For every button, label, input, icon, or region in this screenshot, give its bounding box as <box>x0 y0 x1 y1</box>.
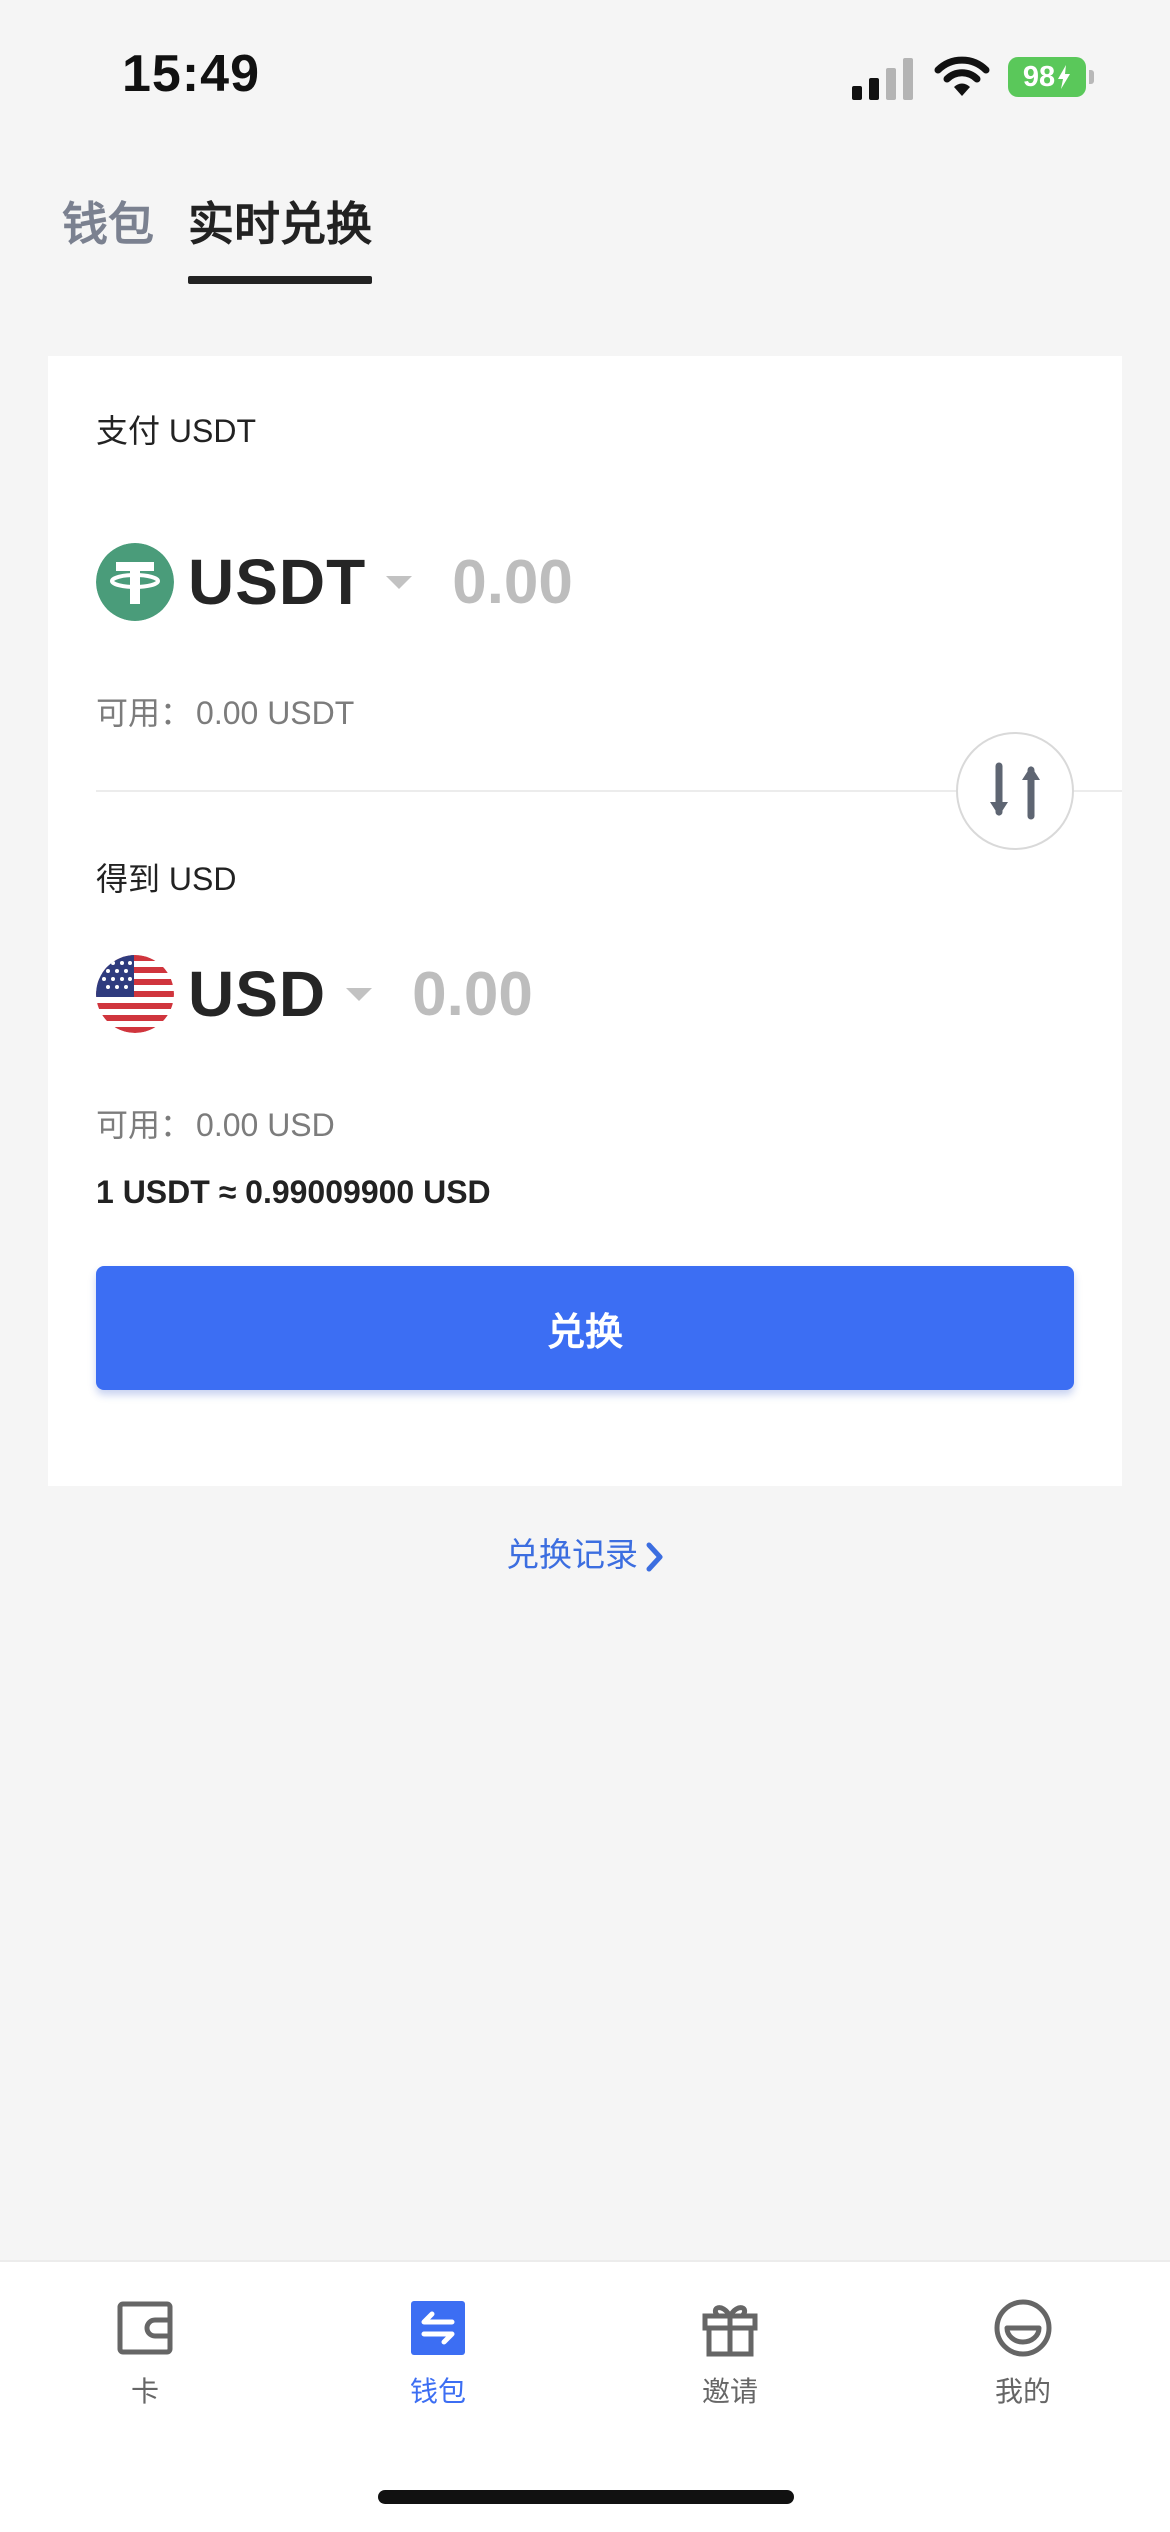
wallet-swap-icon <box>411 2301 465 2355</box>
exchange-rate: 1 USDT ≈ 0.99009900 USD <box>96 1174 491 1210</box>
chevron-down-icon[interactable] <box>346 987 373 1001</box>
card-icon <box>117 2301 173 2355</box>
top-tabs: 钱包 实时兑换 <box>62 188 372 288</box>
nav-label-wallet: 钱包 <box>409 2376 466 2407</box>
exchange-history-label: 兑换记录 <box>506 1536 638 1573</box>
home-indicator <box>378 2490 794 2504</box>
get-available: 可用： 0.00 USD <box>96 1100 335 1146</box>
get-available-prefix: 可用： <box>96 1107 193 1143</box>
tether-icon <box>96 543 174 621</box>
get-label: 得到 USD <box>96 861 237 897</box>
pay-currency-row: USDT <box>96 540 873 624</box>
pay-available-prefix: 可用： <box>96 695 193 731</box>
charging-bolt-icon <box>1058 65 1071 89</box>
pay-amount-input[interactable] <box>452 546 873 618</box>
nav-item-invite[interactable]: 邀请 <box>640 2298 820 2410</box>
nav-item-card[interactable]: 卡 <box>55 2298 235 2410</box>
battery-level: 98 <box>1022 60 1056 93</box>
exchange-button[interactable]: 兑换 <box>96 1266 1074 1390</box>
swap-direction-button[interactable] <box>956 732 1074 850</box>
pay-currency-code[interactable]: USDT <box>188 545 366 619</box>
get-available-value: 0.00 USD <box>196 1107 335 1143</box>
chevron-down-icon[interactable] <box>386 575 413 589</box>
status-time: 15:49 <box>122 45 260 103</box>
tab-realtime-exchange[interactable]: 实时兑换 <box>188 188 372 284</box>
get-currency-row: USD <box>96 952 833 1036</box>
exchange-card: 支付 USDT USDT 可用：0.00 USDT 得到 USD <box>48 356 1122 1486</box>
status-bar: 15:49 98 <box>0 0 1170 140</box>
nav-label-me: 我的 <box>994 2376 1051 2407</box>
nav-item-wallet[interactable]: 钱包 <box>348 2298 528 2410</box>
nav-label-card: 卡 <box>130 2376 159 2407</box>
nav-item-me[interactable]: 我的 <box>933 2298 1113 2410</box>
gift-icon <box>702 2305 758 2357</box>
battery-icon: 98 <box>1008 57 1094 97</box>
pay-label: 支付 USDT <box>96 413 257 449</box>
us-flag-icon <box>96 955 174 1033</box>
wifi-icon <box>934 56 990 96</box>
nav-label-invite: 邀请 <box>701 2376 758 2407</box>
pay-available-value: 0.00 USDT <box>196 695 355 731</box>
swap-arrows-icon <box>990 762 1040 820</box>
smile-icon <box>994 2299 1052 2357</box>
get-amount-input[interactable] <box>412 958 833 1030</box>
chevron-right-icon <box>646 1542 663 1572</box>
pay-available: 可用： 0.00 USDT <box>96 688 354 734</box>
exchange-history-link[interactable]: 兑换记录 <box>0 1528 1170 1576</box>
get-currency-code[interactable]: USD <box>188 957 326 1031</box>
cellular-signal-icon <box>852 58 913 100</box>
tab-wallet[interactable]: 钱包 <box>62 188 154 284</box>
